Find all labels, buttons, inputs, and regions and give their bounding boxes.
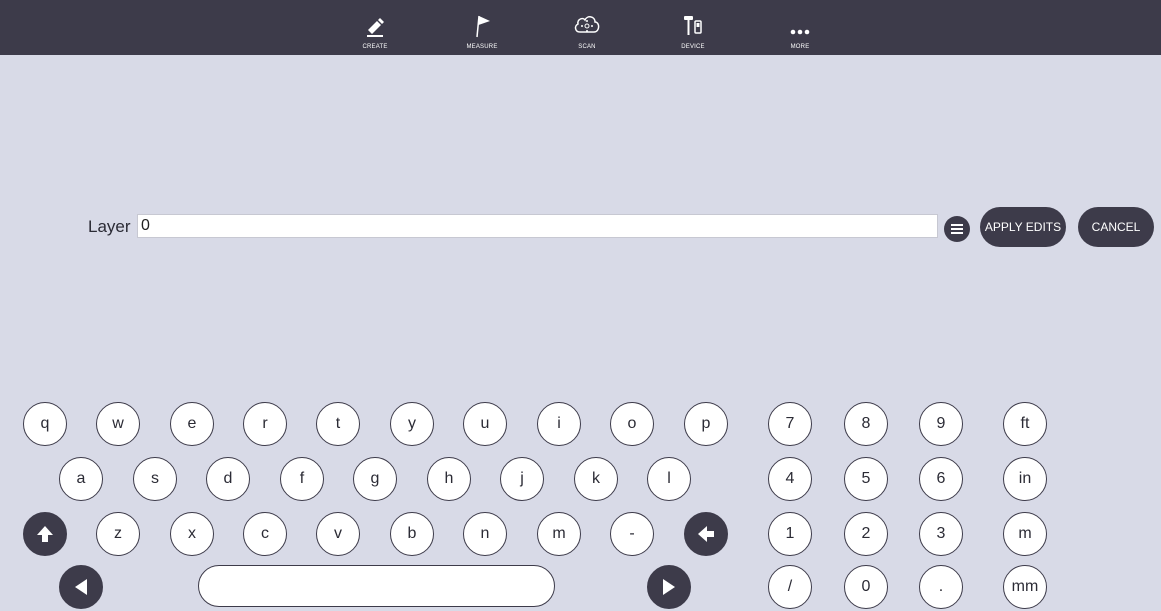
key-i[interactable]: i xyxy=(537,402,581,446)
key-x[interactable]: x xyxy=(170,512,214,556)
unit-key-in[interactable]: in xyxy=(1003,457,1047,501)
key-e[interactable]: e xyxy=(170,402,214,446)
cursor-right-key[interactable] xyxy=(647,565,691,609)
tool-measure-label: MEASURE xyxy=(466,44,498,50)
scan-cloud-icon xyxy=(572,8,602,38)
key-n[interactable]: n xyxy=(463,512,507,556)
tool-device[interactable]: DEVICE xyxy=(653,0,733,55)
flag-icon xyxy=(471,8,493,38)
cancel-button[interactable]: CANCEL xyxy=(1078,207,1154,247)
key-g[interactable]: g xyxy=(353,457,397,501)
key-r[interactable]: r xyxy=(243,402,287,446)
apply-edits-button[interactable]: APPLY EDITS xyxy=(980,207,1066,247)
key-7[interactable]: 7 xyxy=(768,402,812,446)
key-w[interactable]: w xyxy=(96,402,140,446)
layer-label: Layer xyxy=(88,217,131,236)
key-hyphen[interactable]: - xyxy=(610,512,654,556)
key-c[interactable]: c xyxy=(243,512,287,556)
key-2[interactable]: 2 xyxy=(844,512,888,556)
key-q[interactable]: q xyxy=(23,402,67,446)
key-4[interactable]: 4 xyxy=(768,457,812,501)
key-o[interactable]: o xyxy=(610,402,654,446)
unit-key-ft[interactable]: ft xyxy=(1003,402,1047,446)
key-period[interactable]: . xyxy=(919,565,963,609)
pencil-icon xyxy=(364,8,386,38)
key-a[interactable]: a xyxy=(59,457,103,501)
key-v[interactable]: v xyxy=(316,512,360,556)
list-icon xyxy=(951,224,963,234)
key-z[interactable]: z xyxy=(96,512,140,556)
layer-list-button[interactable] xyxy=(944,216,970,242)
key-slash[interactable]: / xyxy=(768,565,812,609)
tool-more-label: MORE xyxy=(790,44,810,50)
layer-input[interactable] xyxy=(137,214,938,238)
key-5[interactable]: 5 xyxy=(844,457,888,501)
tool-more[interactable]: MORE xyxy=(760,0,840,55)
more-dots-icon xyxy=(788,8,812,38)
key-h[interactable]: h xyxy=(427,457,471,501)
shift-key[interactable] xyxy=(23,512,67,556)
tool-measure[interactable]: MEASURE xyxy=(442,0,522,55)
tool-device-label: DEVICE xyxy=(681,44,705,50)
tool-scan[interactable]: SCAN xyxy=(547,0,627,55)
key-0[interactable]: 0 xyxy=(844,565,888,609)
device-icon xyxy=(681,8,705,38)
space-bar[interactable] xyxy=(198,565,555,607)
tool-create-label: CREATE xyxy=(362,44,388,50)
unit-key-mm[interactable]: mm xyxy=(1003,565,1047,609)
key-p[interactable]: p xyxy=(684,402,728,446)
key-k[interactable]: k xyxy=(574,457,618,501)
key-f[interactable]: f xyxy=(280,457,324,501)
backspace-key[interactable] xyxy=(684,512,728,556)
key-s[interactable]: s xyxy=(133,457,177,501)
key-t[interactable]: t xyxy=(316,402,360,446)
key-u[interactable]: u xyxy=(463,402,507,446)
arrow-left-icon xyxy=(698,526,714,542)
key-y[interactable]: y xyxy=(390,402,434,446)
key-l[interactable]: l xyxy=(647,457,691,501)
key-d[interactable]: d xyxy=(206,457,250,501)
cursor-left-key[interactable] xyxy=(59,565,103,609)
unit-key-m[interactable]: m xyxy=(1003,512,1047,556)
tool-create[interactable]: CREATE xyxy=(335,0,415,55)
key-9[interactable]: 9 xyxy=(919,402,963,446)
key-3[interactable]: 3 xyxy=(919,512,963,556)
triangle-left-icon xyxy=(75,579,87,595)
key-m[interactable]: m xyxy=(537,512,581,556)
arrow-up-icon xyxy=(37,526,53,542)
top-toolbar: CREATE MEASURE SCAN DEVICE MORE xyxy=(0,0,1161,55)
tool-scan-label: SCAN xyxy=(578,44,596,50)
key-6[interactable]: 6 xyxy=(919,457,963,501)
triangle-right-icon xyxy=(663,579,675,595)
key-8[interactable]: 8 xyxy=(844,402,888,446)
key-j[interactable]: j xyxy=(500,457,544,501)
key-1[interactable]: 1 xyxy=(768,512,812,556)
key-b[interactable]: b xyxy=(390,512,434,556)
